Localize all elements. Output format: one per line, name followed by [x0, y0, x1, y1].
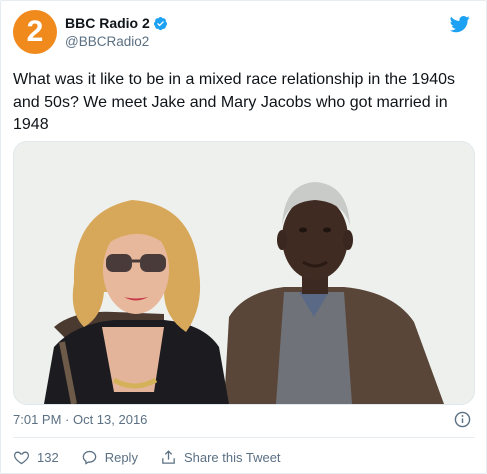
- like-button[interactable]: 132: [13, 449, 59, 466]
- tweet-header: 2 BBC Radio 2 @BBCRadio2: [13, 10, 475, 54]
- info-icon[interactable]: [454, 411, 471, 428]
- avatar[interactable]: 2: [13, 10, 57, 54]
- reply-icon: [82, 450, 97, 465]
- display-name[interactable]: BBC Radio 2: [65, 15, 150, 31]
- verified-badge-icon: [153, 16, 167, 30]
- author-handle[interactable]: @BBCRadio2: [65, 34, 149, 49]
- name-row: BBC Radio 2: [65, 14, 168, 32]
- like-count: 132: [37, 449, 59, 465]
- share-icon: [162, 449, 175, 464]
- tweet-timestamp[interactable]: 7:01 PM · Oct 13, 2016: [13, 412, 147, 427]
- tweet-actions: 132 Reply Share this Tweet: [13, 447, 303, 467]
- photo-illustration: [14, 142, 474, 404]
- reply-label: Reply: [104, 449, 138, 465]
- heart-icon: [13, 451, 30, 464]
- tweet-photo[interactable]: [13, 141, 475, 405]
- twitter-bird-icon[interactable]: [449, 14, 471, 34]
- avatar-text: 2: [26, 15, 44, 48]
- reply-button[interactable]: Reply: [81, 449, 138, 466]
- divider: [13, 437, 475, 438]
- tweet-card: 2 BBC Radio 2 @BBCRadio2 What was it lik…: [0, 0, 487, 474]
- share-button[interactable]: Share this Tweet: [160, 449, 281, 466]
- share-label: Share this Tweet: [183, 449, 281, 465]
- timestamp-row: 7:01 PM · Oct 13, 2016: [13, 411, 475, 429]
- tweet-text: What was it like to be in a mixed race r…: [13, 71, 456, 133]
